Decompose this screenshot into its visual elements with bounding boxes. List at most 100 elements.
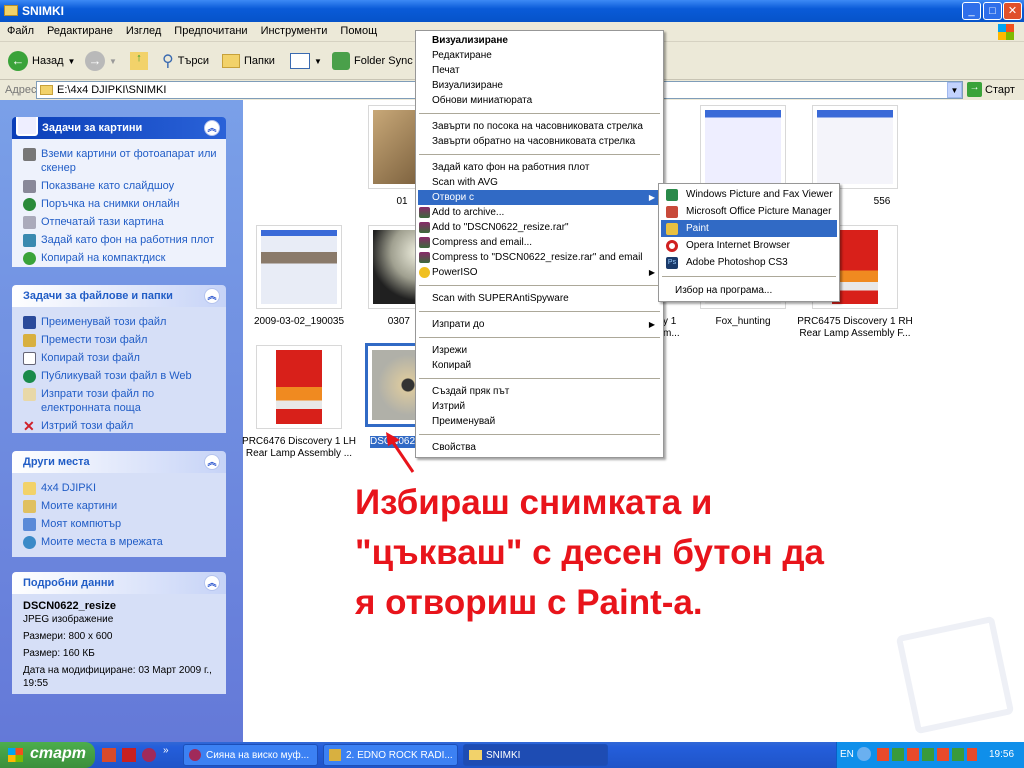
task-set-background[interactable]: Задай като фон на работния плот	[23, 233, 218, 247]
context-menu-item[interactable]: Преименувай	[418, 414, 661, 429]
task-copy[interactable]: Копирай този файл	[23, 351, 218, 365]
open-with-paint[interactable]: Paint	[661, 220, 837, 237]
file-label[interactable]: Fox_hunting	[683, 316, 803, 328]
quicklaunch-icon[interactable]	[122, 748, 136, 762]
place-my-computer[interactable]: Моят компютър	[23, 517, 218, 531]
file-label[interactable]: PRC6475 Discovery 1 RH Rear Lamp Assembl…	[795, 316, 915, 340]
collapse-icon[interactable]: ︽	[204, 454, 220, 470]
context-menu-item[interactable]: Свойства	[418, 440, 661, 455]
menu-file[interactable]: Файл	[0, 22, 40, 37]
context-menu-item[interactable]: Add to archive...	[418, 205, 661, 220]
context-menu-item[interactable]: Обнови миниатюрата	[418, 93, 661, 108]
minimize-button[interactable]: _	[962, 2, 981, 20]
task-get-pictures[interactable]: Вземи картини от фотоапарат или скенер	[23, 147, 218, 175]
place-network[interactable]: Моите места в мрежата	[23, 535, 218, 549]
folder-sync-button[interactable]: Folder Sync	[332, 50, 413, 72]
context-menu-item[interactable]: Задай като фон на работния плот	[418, 160, 661, 175]
close-button[interactable]: ✕	[1003, 2, 1022, 20]
task-button-active[interactable]: SNIMKI	[463, 744, 608, 766]
thumbnail-556[interactable]	[812, 105, 898, 189]
task-button[interactable]: 2. EDNO ROCK RADI...	[323, 744, 458, 766]
file-label[interactable]: m...	[663, 328, 693, 340]
context-menu-item[interactable]: Add to "DSCN0622_resize.rar"	[418, 220, 661, 235]
folders-button[interactable]: Папки	[222, 50, 275, 72]
task-order-prints[interactable]: Поръчка на снимки онлайн	[23, 197, 218, 211]
context-menu-item[interactable]: Създай пряк път	[418, 384, 661, 399]
task-move[interactable]: Премести този файл	[23, 333, 218, 347]
task-slideshow[interactable]: Показване като слайдшоу	[23, 179, 218, 193]
task-button[interactable]: Сияна на виско муф...	[183, 744, 318, 766]
picture-tasks-header[interactable]: Задачи за картини ︽	[12, 117, 226, 139]
other-places-header[interactable]: Други места ︽	[12, 451, 226, 473]
detail-type: JPEG изображение	[23, 614, 114, 625]
start-button[interactable]: старт	[0, 742, 95, 768]
open-with-opera[interactable]: Opera Internet Browser	[661, 237, 837, 254]
choose-program[interactable]: Избор на програма...	[661, 282, 837, 299]
thumbnail-screenshot[interactable]	[700, 105, 786, 189]
open-with-photoshop[interactable]: Ps Adobe Photoshop CS3	[661, 254, 837, 271]
file-label[interactable]: 0307	[330, 316, 410, 328]
context-menu-item[interactable]: Редактиране	[418, 48, 661, 63]
context-menu-item[interactable]: Изрежи	[418, 343, 661, 358]
go-arrow-icon: →	[967, 82, 982, 97]
globe-icon	[23, 370, 36, 383]
task-copy-to-cd[interactable]: Копирай на компактдиск	[23, 251, 218, 265]
back-button[interactable]: ← Назад ▼	[8, 50, 75, 72]
task-rename[interactable]: Преименувай този файл	[23, 315, 218, 329]
context-menu-item[interactable]: Визуализиране	[418, 33, 661, 48]
place-4x4-djipki[interactable]: 4x4 DJIPKI	[23, 481, 218, 495]
place-my-pictures[interactable]: Моите картини	[23, 499, 218, 513]
context-menu-item[interactable]: Compress to "DSCN0622_resize.rar" and em…	[418, 250, 661, 265]
context-menu-item[interactable]: Копирай	[418, 358, 661, 373]
menu-help[interactable]: Помощ	[333, 22, 383, 37]
collapse-icon[interactable]: ︽	[204, 288, 220, 304]
context-menu-item[interactable]: Завърти обратно на часовниковата стрелка	[418, 134, 661, 149]
menu-edit[interactable]: Редактиране	[40, 22, 119, 37]
context-menu-item[interactable]: Scan with AVG	[418, 175, 661, 190]
context-menu-item[interactable]: Завърти по посока на часовниковата стрел…	[418, 119, 661, 134]
folder-icon	[4, 5, 18, 16]
thumbnail-prc6476[interactable]	[256, 345, 342, 429]
menu-view[interactable]: Изглед	[119, 22, 167, 37]
up-folder-button[interactable]: ↑	[130, 50, 148, 72]
forward-button[interactable]: → ▼	[85, 50, 117, 72]
open-with-office-picture-manager[interactable]: Microsoft Office Picture Manager	[661, 203, 837, 220]
address-dropdown[interactable]: ▼	[947, 82, 962, 98]
views-button[interactable]: ▼	[290, 50, 322, 72]
task-print[interactable]: Отпечатай тази картина	[23, 215, 218, 229]
menu-tools[interactable]: Инструменти	[254, 22, 334, 37]
file-tasks-header[interactable]: Задачи за файлове и папки ︽	[12, 285, 226, 307]
go-button[interactable]: → Старт	[967, 82, 1015, 97]
thumbnail-2009-03-02[interactable]	[256, 225, 342, 309]
window-title: SNIMKI	[22, 4, 64, 18]
task-pane: Задачи за картини ︽ Вземи картини от фото…	[0, 100, 243, 742]
context-menu-item[interactable]: PowerISO ▶	[418, 265, 661, 280]
quicklaunch-expand-icon[interactable]: »	[163, 745, 169, 756]
task-publish[interactable]: Публикувай този файл в Web	[23, 369, 218, 383]
context-menu-item[interactable]: Печат	[418, 63, 661, 78]
tray-expand-icon[interactable]	[857, 747, 871, 761]
file-label[interactable]: PRC6476 Discovery 1 LH Rear Lamp Assembl…	[239, 436, 359, 460]
my-pictures-icon	[23, 500, 36, 513]
context-menu-item[interactable]: Изпрати до ▶	[418, 317, 661, 332]
tray-icons[interactable]	[877, 748, 977, 761]
quicklaunch-icon[interactable]	[102, 748, 116, 762]
language-indicator[interactable]: EN	[840, 749, 854, 760]
maximize-button[interactable]: □	[983, 2, 1002, 20]
collapse-icon[interactable]: ︽	[204, 575, 220, 591]
context-menu-item[interactable]: Compress and email...	[418, 235, 661, 250]
details-header[interactable]: Подробни данни ︽	[12, 572, 226, 594]
context-menu-item[interactable]: Scan with SUPERAntiSpyware	[418, 291, 661, 306]
context-menu-item[interactable]: Визуализиране	[418, 78, 661, 93]
context-menu-item[interactable]: Отвори с ▶	[418, 190, 661, 205]
collapse-icon[interactable]: ︽	[204, 120, 220, 136]
search-button[interactable]: ⚲ Търси	[162, 50, 209, 72]
task-email[interactable]: Изпрати този файл по електронната поща	[23, 387, 218, 415]
menu-favorites[interactable]: Предпочитани	[167, 22, 253, 37]
task-delete[interactable]: ✕ Изтрий този файл	[23, 419, 218, 433]
open-with-picture-fax-viewer[interactable]: Windows Picture and Fax Viewer	[661, 186, 837, 203]
quicklaunch-icon[interactable]	[142, 748, 156, 762]
context-menu-item[interactable]: Изтрий	[418, 399, 661, 414]
detail-modified: Дата на модифициране: 03 Март 2009 г., 1…	[23, 665, 212, 689]
file-label[interactable]: 556	[822, 196, 942, 208]
